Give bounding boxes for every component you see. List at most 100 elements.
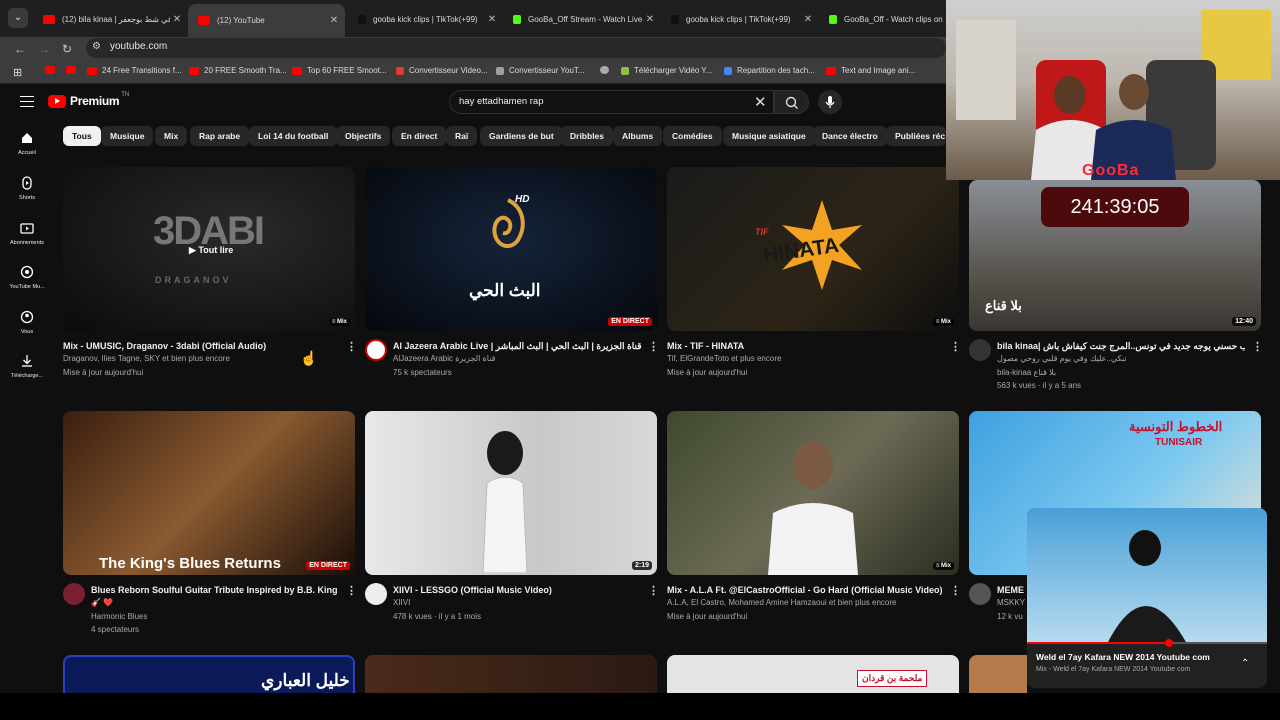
chip[interactable]: Dribbles	[561, 126, 614, 146]
voice-search-button[interactable]	[818, 90, 842, 114]
more-options-icon[interactable]: ⋮	[346, 584, 357, 597]
sidebar-item-youtube-music[interactable]: YouTube Mu...	[0, 265, 54, 290]
address-bar[interactable]	[86, 38, 946, 58]
video-thumbnail[interactable]: HINATA TIF ≡ Mix	[667, 167, 959, 331]
sidebar-item-subscriptions[interactable]: Abonnements	[0, 221, 54, 246]
chip[interactable]: Publiées réc	[886, 126, 946, 146]
chip[interactable]: Dance électro	[813, 126, 887, 146]
bookmark[interactable]	[600, 66, 614, 74]
video-thumbnail[interactable]: 2:19	[365, 411, 657, 575]
more-options-icon[interactable]: ⋮	[1252, 340, 1263, 353]
video-title[interactable]: Mix - TIF - HINATA	[667, 341, 947, 351]
chip[interactable]: En direct	[392, 126, 447, 146]
reload-icon[interactable]: ↻	[62, 42, 72, 56]
tiktok-favicon-icon	[671, 14, 679, 24]
bookmark[interactable]	[45, 66, 60, 74]
more-options-icon[interactable]: ⋮	[648, 340, 659, 353]
channel-name[interactable]: AlJazeera Arabic قناة الجزيرة	[393, 354, 495, 363]
chip[interactable]: Gardiens de but	[480, 126, 563, 146]
browser-tab[interactable]: gooba kick clips | TikTok(+99) ✕	[348, 8, 503, 30]
bookmark[interactable]: Repartition des tach...	[724, 66, 815, 75]
miniplayer[interactable]: Weld el 7ay Kafara NEW 2014 Youtube com …	[1027, 508, 1267, 688]
chip[interactable]: Albums	[613, 126, 663, 146]
clear-search-icon[interactable]: ✕	[754, 93, 767, 111]
bookmark[interactable]	[66, 66, 81, 74]
channel-avatar[interactable]	[63, 583, 85, 605]
bookmark[interactable]: Top 60 FREE Smoot...	[292, 66, 387, 75]
sidebar-item-downloads[interactable]: Télécharge...	[0, 354, 54, 379]
apps-grid-icon[interactable]: ⊞	[13, 66, 22, 79]
chip[interactable]: Mix	[155, 126, 188, 146]
channel-avatar[interactable]	[365, 339, 387, 361]
url-text[interactable]: youtube.com	[110, 41, 167, 52]
back-arrow-icon[interactable]: ←	[14, 42, 26, 56]
chip[interactable]: Raï	[446, 126, 478, 146]
site-info-icon[interactable]: ⚙	[92, 41, 101, 52]
menu-icon[interactable]	[20, 96, 34, 107]
browser-tab[interactable]: GooBa_Off - Watch clips on	[819, 8, 949, 30]
chip[interactable]: Rap arabe	[190, 126, 250, 146]
channel-avatar[interactable]	[969, 583, 991, 605]
channel-name[interactable]: MSKKY	[997, 598, 1027, 607]
search-button[interactable]	[774, 90, 809, 114]
video-thumbnail[interactable]: 3DABI DRAGANOV ▶ Tout lire ≡ Mix	[63, 167, 355, 331]
video-thumbnail[interactable]: ≡ Mix	[667, 411, 959, 575]
more-options-icon[interactable]: ⋮	[648, 584, 659, 597]
youtube-logo[interactable]: Premium TN	[48, 92, 130, 108]
sidebar-item-home[interactable]: Accueil	[0, 131, 54, 156]
bookmark[interactable]: Convertisseur YouT...	[496, 66, 585, 75]
chip[interactable]: Comédies	[663, 126, 722, 146]
close-icon[interactable]: ✕	[327, 15, 341, 26]
chip[interactable]: Musique asiatique	[723, 126, 815, 146]
more-options-icon[interactable]: ⋮	[950, 584, 961, 597]
close-icon[interactable]: ✕	[170, 14, 184, 25]
play-all-overlay[interactable]: ▶ Tout lire	[189, 245, 233, 256]
channel-avatar[interactable]	[969, 339, 991, 361]
channel-name[interactable]: Harmonic Blues	[91, 612, 147, 621]
channel-name[interactable]: bila-kinaa بلا قناع	[997, 368, 1056, 377]
video-thumbnail[interactable]	[365, 655, 657, 695]
country-code: TN	[121, 92, 130, 98]
more-options-icon[interactable]: ⋮	[950, 340, 961, 353]
browser-tab[interactable]: GooBa_Off Stream - Watch Live ✕	[503, 8, 661, 30]
video-thumbnail[interactable]: The King's Blues Returns EN DIRECT	[63, 411, 355, 575]
video-title[interactable]: MEME	[997, 585, 1027, 595]
expand-chevron-up-icon[interactable]: ⌃	[1241, 658, 1249, 669]
video-thumbnail[interactable]: HD البث الحي EN DIRECT	[365, 167, 657, 331]
video-title[interactable]: bila kinaa| شاب حسني يوجه جديد في تونس..…	[997, 341, 1245, 352]
progress-scrubber[interactable]	[1164, 639, 1173, 647]
tab-search-button[interactable]: ⌄	[8, 8, 28, 28]
miniplayer-title[interactable]: Weld el 7ay Kafara NEW 2014 Youtube com	[1036, 652, 1210, 662]
video-title[interactable]: Al Jazeera Arabic Live | قناة الجزيرة | …	[393, 341, 645, 352]
video-title[interactable]: Mix - A.L.A Ft. @ElCastroOfficial - Go H…	[667, 585, 947, 595]
close-icon[interactable]: ✕	[643, 14, 657, 25]
miniplayer-video[interactable]	[1027, 508, 1267, 644]
browser-tab[interactable]: gooba kick clips | TikTok(+99) ✕	[661, 8, 819, 30]
browser-tab[interactable]: (12) bila kinaa | في شط بوجعفر ✕	[33, 8, 188, 30]
bookmark[interactable]: Télécharger Vidéo Y...	[621, 66, 712, 75]
chip[interactable]: Musique	[101, 126, 154, 146]
close-icon[interactable]: ✕	[801, 14, 815, 25]
forward-arrow-icon[interactable]: →	[38, 42, 50, 56]
search-query[interactable]: hay ettadhamen rap	[459, 96, 544, 107]
video-title[interactable]: Blues Reborn Soulful Guitar Tribute Insp…	[91, 585, 343, 595]
browser-tab-active[interactable]: (12) YouTube ✕	[188, 4, 345, 37]
channel-avatar[interactable]	[365, 583, 387, 605]
chip[interactable]: Objectifs	[336, 126, 391, 146]
bookmark[interactable]: Text and Image ani...	[826, 66, 915, 75]
video-thumbnail[interactable]	[969, 655, 1027, 695]
video-title[interactable]: XIIVI - LESSGO (Official Music Video)	[393, 585, 645, 595]
bookmark-label: Convertisseur YouT...	[509, 66, 585, 75]
sidebar-item-shorts[interactable]: Shorts	[0, 176, 54, 201]
chip-tous[interactable]: Tous	[63, 126, 101, 146]
close-icon[interactable]: ✕	[485, 14, 499, 25]
channel-name[interactable]: XIIVI	[393, 598, 410, 607]
bookmark[interactable]: 24 Free Transitions f...	[87, 66, 182, 75]
video-thumbnail[interactable]: ملحمة بن قردان	[667, 655, 959, 695]
chip[interactable]: Loi 14 du football	[249, 126, 338, 146]
video-thumbnail[interactable]: خليل العباري	[63, 655, 355, 695]
bookmark[interactable]: Convertisseur Video...	[396, 66, 488, 75]
sidebar-item-you[interactable]: Vous	[0, 310, 54, 335]
bookmark[interactable]: 20 FREE Smooth Tra...	[189, 66, 287, 75]
more-options-icon[interactable]: ⋮	[346, 340, 357, 353]
